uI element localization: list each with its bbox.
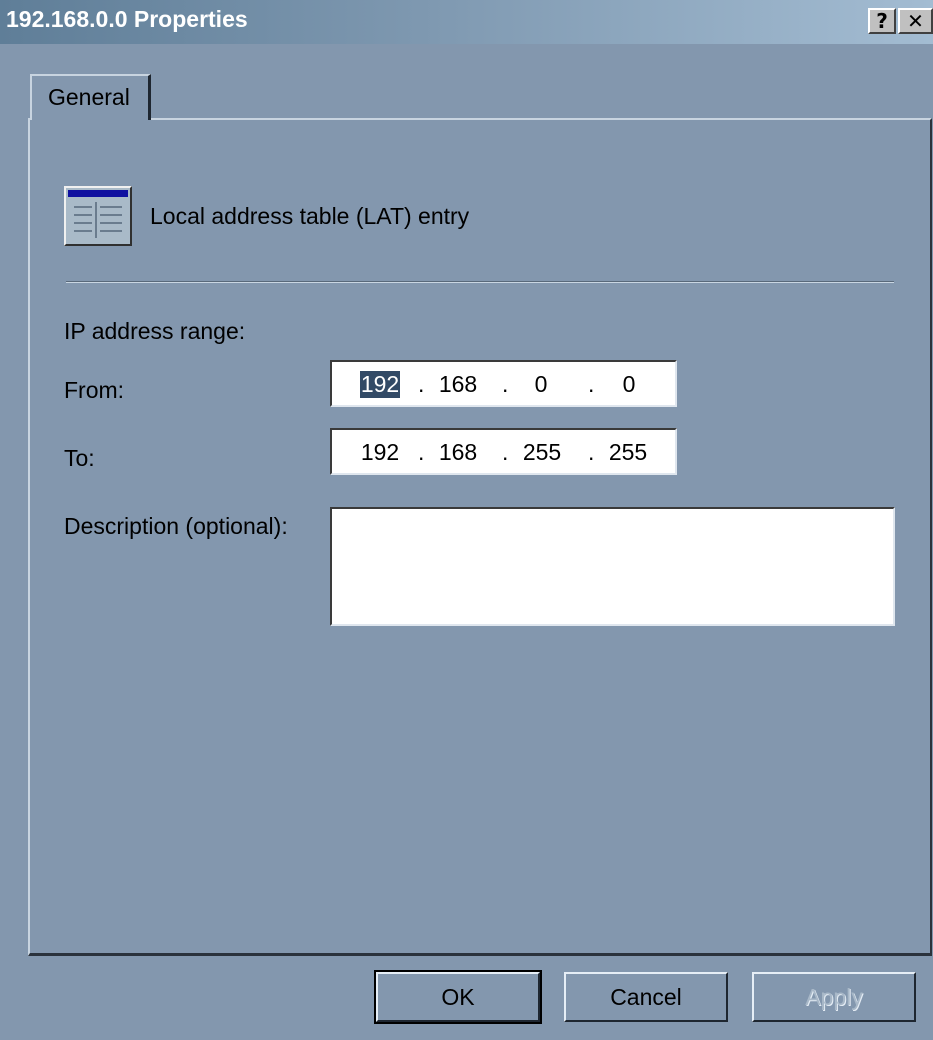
to-octet-3[interactable]: 255 <box>520 439 564 466</box>
to-ip-field[interactable]: 192 . 168 . 255 . 255 <box>330 428 677 475</box>
window-title: 192.168.0.0 Properties <box>6 6 248 32</box>
title-bar[interactable]: 192.168.0.0 Properties ? ✕ <box>0 0 933 44</box>
close-button[interactable]: ✕ <box>898 8 933 34</box>
separator <box>66 281 894 283</box>
to-octet-4[interactable]: 255 <box>606 439 650 466</box>
cancel-button[interactable]: Cancel <box>564 972 728 1022</box>
ip-range-label: IP address range: <box>64 318 246 344</box>
octet-separator: . <box>418 439 425 465</box>
octet-separator: . <box>588 371 595 397</box>
to-label: To: <box>64 445 95 471</box>
from-octet-2[interactable]: 168 <box>436 371 480 398</box>
from-octet-1[interactable]: 192 <box>360 371 400 398</box>
lat-table-icon <box>64 186 132 246</box>
description-label: Description (optional): <box>64 513 288 539</box>
ok-button[interactable]: OK <box>374 970 542 1024</box>
octet-separator: . <box>502 439 509 465</box>
entry-heading: Local address table (LAT) entry <box>150 203 470 229</box>
from-ip-field[interactable]: 192 . 168 . 0 . 0 <box>330 360 677 407</box>
octet-separator: . <box>418 371 425 397</box>
from-octet-3[interactable]: 0 <box>528 371 554 398</box>
to-octet-1[interactable]: 192 <box>358 439 402 466</box>
help-icon: ? <box>876 9 888 33</box>
tab-general-label: General <box>48 84 130 110</box>
close-icon: ✕ <box>907 9 924 33</box>
to-octet-2[interactable]: 168 <box>436 439 480 466</box>
octet-separator: . <box>588 439 595 465</box>
octet-separator: . <box>502 371 509 397</box>
tab-general[interactable]: General <box>30 74 151 120</box>
from-label: From: <box>64 377 125 403</box>
apply-button[interactable]: Apply <box>752 972 916 1022</box>
from-octet-4[interactable]: 0 <box>616 371 642 398</box>
description-field[interactable] <box>330 507 895 626</box>
help-button[interactable]: ? <box>868 8 896 34</box>
